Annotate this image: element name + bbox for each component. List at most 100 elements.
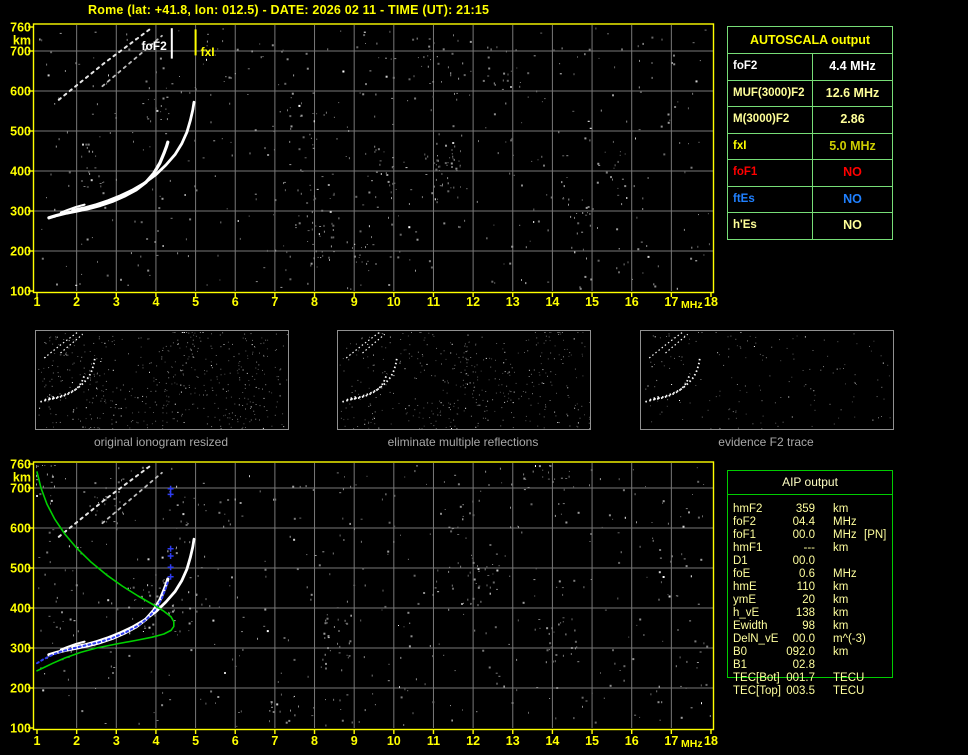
autoscala-row-m3000f2: M(3000)F2 2.86 xyxy=(728,106,892,133)
aip-row-fof2: foF2 04.4 MHz xyxy=(728,516,892,529)
aip-unit: MHz xyxy=(833,516,857,528)
parameter-label: h'Es xyxy=(733,219,757,231)
svg-text:400: 400 xyxy=(10,165,31,179)
svg-text:5: 5 xyxy=(192,734,199,748)
thumb-trace xyxy=(665,333,689,354)
thumb-trace xyxy=(345,331,382,359)
autoscala-row-hes: h'Es NO xyxy=(728,212,892,239)
aip-value: 001.7 xyxy=(786,672,815,684)
echo-noise xyxy=(38,332,288,429)
parameter-label: M(3000)F2 xyxy=(733,113,790,125)
svg-text:2: 2 xyxy=(73,295,80,309)
axis-ticks xyxy=(28,463,712,734)
thumbnail-caption-original: original ionogram resized xyxy=(93,435,229,449)
aip-unit: km xyxy=(833,607,849,619)
aip-value: 138 xyxy=(795,607,815,619)
aip-value: 0.6 xyxy=(799,568,815,580)
aip-value: 359 xyxy=(795,503,815,515)
thumb-trace xyxy=(60,333,84,354)
aip-table-rows: hmF2 359 km foF2 04.4 MHz foF1 00.0 MHz [PN] hmF1-… xyxy=(728,495,892,698)
svg-text:17: 17 xyxy=(664,295,678,309)
aip-unit: km xyxy=(833,581,849,593)
annotation-label-fxi: fxI xyxy=(201,45,215,59)
svg-text:760: 760 xyxy=(10,458,31,472)
parameter-value: NO xyxy=(812,186,892,212)
aip-value: 092.0 xyxy=(786,646,815,658)
aip-value: --- xyxy=(803,542,816,554)
svg-text:1: 1 xyxy=(34,734,41,748)
thumb-trace xyxy=(40,373,86,403)
aip-unit: km xyxy=(833,503,849,515)
svg-text:10: 10 xyxy=(387,734,401,748)
axis-ticks xyxy=(28,26,712,297)
parameter-value: NO xyxy=(812,213,892,239)
aip-unit: TECU xyxy=(833,672,865,684)
svg-text:500: 500 xyxy=(10,125,31,139)
svg-text:15: 15 xyxy=(585,734,599,748)
thumb-trace xyxy=(648,331,685,359)
aip-row-delnve: DelN_vE 00.0 m^(-3) xyxy=(728,633,892,646)
svg-text:4: 4 xyxy=(152,295,159,309)
svg-text:14: 14 xyxy=(545,734,559,748)
aip-row-tecbot: TEC[Bot] 001.7 TECU xyxy=(728,672,892,685)
aip-value: 00.0 xyxy=(792,555,815,567)
aip-output-table: AIP output hmF2 359 km foF2 04.4 MHz foF1 00.0 M… xyxy=(727,470,893,697)
aip-row-tectop: TEC[Top] 003.5 TECU xyxy=(728,685,892,698)
trace-second-hop-trace-1 xyxy=(57,464,153,538)
ionogram-plot-bottom: 760700600500400300200100km1 2 3 4 5 6 7 8 9 10 11 1… xyxy=(10,458,718,750)
svg-text:7: 7 xyxy=(271,295,278,309)
svg-text:760: 760 xyxy=(10,21,31,35)
grid xyxy=(34,25,713,291)
trace-f2-x-trace xyxy=(71,100,196,212)
svg-text:100: 100 xyxy=(10,285,31,299)
parameter-label: ftEs xyxy=(733,192,755,205)
aip-row-ewidth: Ewidth 98 km xyxy=(728,620,892,633)
aip-label: foF2 xyxy=(733,516,757,528)
x-axis-unit: MHz xyxy=(681,299,703,311)
thumb-trace xyxy=(43,331,80,359)
thumbnail-caption-evidence: evidence F2 trace xyxy=(718,435,814,449)
y-axis-unit: km xyxy=(13,471,31,485)
aip-row-d1: D1 00.0 xyxy=(728,555,892,568)
aip-label: ymE xyxy=(733,594,756,606)
echo-noise xyxy=(645,332,891,429)
svg-text:200: 200 xyxy=(10,245,31,259)
svg-text:300: 300 xyxy=(10,642,31,656)
parameter-value: 5.0 MHz xyxy=(812,133,892,159)
svg-text:16: 16 xyxy=(625,734,639,748)
echo-noise xyxy=(339,332,590,429)
aip-label: D1 xyxy=(733,555,748,567)
svg-text:9: 9 xyxy=(351,734,358,748)
autoscala-screen: Rome (lat: +41.8, lon: 012.5) - DATE: 20… xyxy=(0,0,968,755)
svg-text:18: 18 xyxy=(704,734,718,748)
aip-unit: MHz xyxy=(833,529,857,541)
svg-text:14: 14 xyxy=(545,295,559,309)
svg-text:12: 12 xyxy=(466,295,480,309)
svg-text:12: 12 xyxy=(466,734,480,748)
aip-label: foF1 xyxy=(733,529,757,541)
page-title: Rome (lat: +41.8, lon: 012.5) - DATE: 20… xyxy=(88,3,490,17)
parameter-label: foF1 xyxy=(733,166,758,178)
parameter-value: NO xyxy=(812,160,892,186)
ionogram-plot-top: 760700600500400300200100km1 2 3 4 5 6 7 8 9 10 11 1… xyxy=(10,21,718,312)
aip-row-hme: hmE 110 km xyxy=(728,581,892,594)
aip-value: 04.4 xyxy=(792,516,815,528)
echo-noise xyxy=(39,27,710,290)
aip-row-foe: foE 0.6 MHz xyxy=(728,568,892,581)
aip-row-fof1: foF1 00.0 MHz [PN] xyxy=(728,529,892,542)
svg-text:13: 13 xyxy=(506,295,520,309)
thumbnail-caption-eliminate: eliminate multiple reflections xyxy=(387,435,539,449)
thumbnail-eliminate-reflections-image xyxy=(337,330,591,430)
svg-text:15: 15 xyxy=(585,295,599,309)
svg-text:1: 1 xyxy=(34,295,41,309)
svg-text:4: 4 xyxy=(152,734,159,748)
autoscala-table-header: AUTOSCALA output xyxy=(749,33,871,47)
svg-text:7: 7 xyxy=(271,734,278,748)
parameter-label: foF2 xyxy=(733,60,758,72)
svg-text:9: 9 xyxy=(351,295,358,309)
svg-text:11: 11 xyxy=(427,734,440,748)
svg-text:6: 6 xyxy=(232,295,239,309)
svg-text:16: 16 xyxy=(625,295,639,309)
autoscala-row-ftes: ftEs NO xyxy=(728,185,892,212)
aip-table-header: AIP output xyxy=(728,471,892,495)
